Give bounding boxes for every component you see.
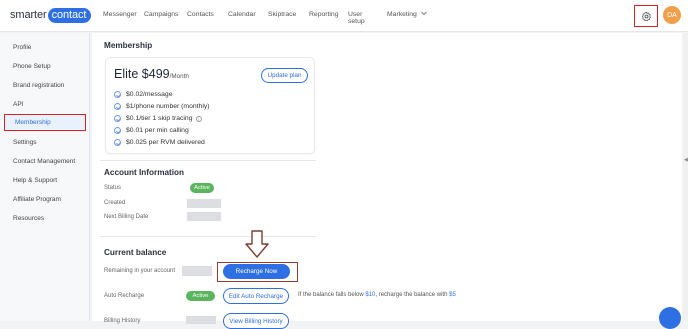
feature-text: $1/phone number (monthly): [126, 103, 210, 110]
status-badge: Active: [190, 183, 214, 193]
top-navigation-bar: smarter contact Messenger Campaigns Cont…: [0, 0, 688, 32]
feature-item: $0.025 per RVM delivered: [114, 139, 205, 146]
sidebar-item-affiliate-program[interactable]: Affiliate Program: [13, 196, 61, 203]
sidebar-item-phone-setup[interactable]: Phone Setup: [13, 63, 51, 70]
recharge-now-button[interactable]: Recharge Now: [223, 264, 290, 279]
next-billing-label: Next Billing Date: [104, 214, 149, 220]
nav-item-marketing[interactable]: Marketing: [387, 11, 427, 18]
nav-item-contacts[interactable]: Contacts: [187, 11, 214, 18]
auto-amount: $5: [449, 292, 456, 298]
billing-value-placeholder: [186, 316, 216, 324]
check-circle-icon: [114, 139, 121, 146]
settings-sidebar: Profile Phone Setup Brand registration A…: [0, 33, 90, 321]
chat-launcher-button[interactable]: [659, 307, 681, 329]
feature-text: $0.01 per min calling: [126, 127, 189, 134]
auto-recharge-status-badge: Active: [186, 291, 215, 301]
sidebar-item-settings[interactable]: Settings: [13, 139, 37, 146]
feature-item: $1/phone number (monthly): [114, 103, 210, 110]
sidebar-item-api[interactable]: API: [13, 101, 23, 108]
membership-title: Membership: [104, 41, 153, 50]
settings-button[interactable]: [634, 5, 658, 27]
nav-item-skiptrace[interactable]: Skiptrace: [268, 11, 296, 18]
arrow-down-icon: [245, 230, 269, 258]
nav-item-calendar[interactable]: Calendar: [228, 11, 256, 18]
check-circle-icon: [114, 103, 121, 110]
info-icon[interactable]: i: [195, 115, 202, 122]
created-label: Created: [104, 200, 126, 206]
sidebar-item-membership-label: Membership: [15, 119, 51, 126]
feature-item: $0.1/tier 1 skip tracing i: [114, 115, 202, 122]
sidebar-item-help-support[interactable]: Help & Support: [13, 177, 57, 184]
sidebar-item-profile[interactable]: Profile: [13, 44, 31, 51]
billing-history-label: Billing History: [104, 318, 141, 324]
auto-recharge-label: Auto Recharge: [104, 293, 145, 299]
avatar[interactable]: DA: [663, 6, 681, 24]
feature-text: $0.02/message: [126, 91, 173, 98]
nav-item-marketing-label: Marketing: [387, 11, 417, 18]
feature-text: $0.025 per RVM delivered: [126, 139, 205, 146]
plan-price: Elite $499: [114, 67, 170, 81]
feature-item: $0.01 per min calling: [114, 127, 189, 134]
edit-auto-recharge-button[interactable]: Edit Auto Recharge: [223, 288, 289, 304]
app-logo[interactable]: smarter contact: [10, 7, 92, 23]
page-scrollbar[interactable]: [683, 33, 688, 321]
plan-name: Elite $499/Month: [114, 67, 189, 81]
sidebar-item-contact-management[interactable]: Contact Management: [13, 158, 75, 165]
next-billing-value-placeholder: [187, 212, 221, 221]
plan-card: Elite $499/Month Update plan $0.02/messa…: [105, 57, 315, 154]
section-divider: [100, 236, 316, 237]
current-balance-title: Current balance: [104, 248, 167, 257]
auto-text-before: If the balance falls below: [298, 292, 366, 298]
nav-item-user-setup[interactable]: User setup: [348, 11, 365, 25]
logo-text-left: smarter: [10, 9, 47, 21]
update-plan-button[interactable]: Update plan: [261, 68, 308, 83]
sidebar-item-membership[interactable]: Membership: [4, 114, 86, 131]
sidebar-item-resources[interactable]: Resources: [13, 215, 44, 222]
check-circle-icon: [114, 91, 121, 98]
nav-item-messenger[interactable]: Messenger: [103, 11, 137, 18]
check-circle-icon: [114, 115, 121, 122]
scroll-arrow-icon[interactable]: ◀: [684, 157, 688, 163]
logo-text-right: contact: [47, 7, 92, 23]
created-value-placeholder: [187, 199, 221, 208]
check-circle-icon: [114, 127, 121, 134]
sidebar-item-brand-registration[interactable]: Brand registration: [13, 82, 64, 89]
nav-item-campaigns[interactable]: Campaigns: [144, 11, 178, 18]
account-info-title: Account Information: [104, 168, 185, 177]
remaining-label: Remaining in your account: [104, 268, 176, 274]
view-billing-history-button[interactable]: View Billing History: [223, 313, 289, 329]
status-label: Status: [104, 185, 122, 191]
gear-icon: [641, 11, 651, 21]
section-divider: [100, 160, 316, 161]
chevron-down-icon: [420, 11, 427, 16]
auto-text-middle: , recharge the balance with: [375, 292, 450, 298]
feature-text: $0.1/tier 1 skip tracing: [126, 115, 193, 122]
auto-recharge-description: If the balance falls below $10, recharge…: [298, 292, 456, 298]
remaining-value-placeholder: [182, 266, 212, 276]
plan-period: /Month: [169, 73, 189, 80]
feature-item: $0.02/message: [114, 91, 172, 98]
nav-item-reporting[interactable]: Reporting: [309, 11, 338, 18]
auto-threshold: $10: [365, 292, 376, 298]
